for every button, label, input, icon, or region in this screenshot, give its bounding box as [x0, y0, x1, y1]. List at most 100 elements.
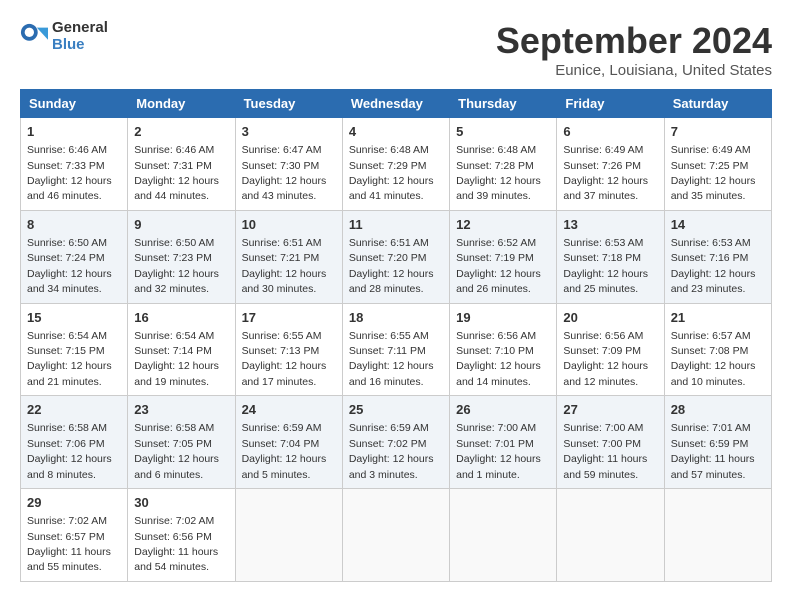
day-number: 16	[134, 309, 228, 327]
cell-content: Sunrise: 6:46 AMSunset: 7:33 PMDaylight:…	[27, 144, 112, 202]
page-header: General Blue September 2024 Eunice, Loui…	[20, 20, 772, 79]
table-row: 4 Sunrise: 6:48 AMSunset: 7:29 PMDayligh…	[342, 118, 449, 211]
table-row: 25 Sunrise: 6:59 AMSunset: 7:02 PMDaylig…	[342, 396, 449, 489]
col-saturday: Saturday	[664, 90, 771, 118]
table-row	[450, 489, 557, 582]
cell-content: Sunrise: 6:59 AMSunset: 7:04 PMDaylight:…	[242, 422, 327, 480]
table-row: 2 Sunrise: 6:46 AMSunset: 7:31 PMDayligh…	[128, 118, 235, 211]
col-thursday: Thursday	[450, 90, 557, 118]
cell-content: Sunrise: 6:54 AMSunset: 7:14 PMDaylight:…	[134, 330, 219, 388]
cell-content: Sunrise: 6:58 AMSunset: 7:05 PMDaylight:…	[134, 422, 219, 480]
calendar-week-row: 1 Sunrise: 6:46 AMSunset: 7:33 PMDayligh…	[21, 118, 772, 211]
table-row: 16 Sunrise: 6:54 AMSunset: 7:14 PMDaylig…	[128, 303, 235, 396]
cell-content: Sunrise: 6:51 AMSunset: 7:21 PMDaylight:…	[242, 237, 327, 295]
table-row: 24 Sunrise: 6:59 AMSunset: 7:04 PMDaylig…	[235, 396, 342, 489]
day-number: 7	[671, 123, 765, 141]
cell-content: Sunrise: 6:54 AMSunset: 7:15 PMDaylight:…	[27, 330, 112, 388]
cell-content: Sunrise: 6:51 AMSunset: 7:20 PMDaylight:…	[349, 237, 434, 295]
day-number: 12	[456, 216, 550, 234]
day-number: 29	[27, 494, 121, 512]
cell-content: Sunrise: 6:48 AMSunset: 7:29 PMDaylight:…	[349, 144, 434, 202]
table-row	[557, 489, 664, 582]
logo-line2: Blue	[52, 37, 108, 54]
day-number: 11	[349, 216, 443, 234]
day-number: 26	[456, 401, 550, 419]
day-number: 21	[671, 309, 765, 327]
table-row: 21 Sunrise: 6:57 AMSunset: 7:08 PMDaylig…	[664, 303, 771, 396]
day-number: 13	[563, 216, 657, 234]
day-number: 23	[134, 401, 228, 419]
col-friday: Friday	[557, 90, 664, 118]
month-title: September 2024	[496, 20, 772, 62]
day-number: 15	[27, 309, 121, 327]
day-number: 14	[671, 216, 765, 234]
table-row	[342, 489, 449, 582]
cell-content: Sunrise: 6:56 AMSunset: 7:10 PMDaylight:…	[456, 330, 541, 388]
calendar-week-row: 15 Sunrise: 6:54 AMSunset: 7:15 PMDaylig…	[21, 303, 772, 396]
day-number: 1	[27, 123, 121, 141]
table-row: 17 Sunrise: 6:55 AMSunset: 7:13 PMDaylig…	[235, 303, 342, 396]
table-row: 1 Sunrise: 6:46 AMSunset: 7:33 PMDayligh…	[21, 118, 128, 211]
day-number: 19	[456, 309, 550, 327]
header-row: Sunday Monday Tuesday Wednesday Thursday…	[21, 90, 772, 118]
cell-content: Sunrise: 7:00 AMSunset: 7:00 PMDaylight:…	[563, 422, 647, 480]
table-row: 26 Sunrise: 7:00 AMSunset: 7:01 PMDaylig…	[450, 396, 557, 489]
cell-content: Sunrise: 6:50 AMSunset: 7:24 PMDaylight:…	[27, 237, 112, 295]
calendar-week-row: 8 Sunrise: 6:50 AMSunset: 7:24 PMDayligh…	[21, 210, 772, 303]
day-number: 20	[563, 309, 657, 327]
table-row: 13 Sunrise: 6:53 AMSunset: 7:18 PMDaylig…	[557, 210, 664, 303]
table-row: 20 Sunrise: 6:56 AMSunset: 7:09 PMDaylig…	[557, 303, 664, 396]
cell-content: Sunrise: 6:48 AMSunset: 7:28 PMDaylight:…	[456, 144, 541, 202]
logo-line1: General	[52, 20, 108, 37]
cell-content: Sunrise: 6:57 AMSunset: 7:08 PMDaylight:…	[671, 330, 756, 388]
calendar-week-row: 29 Sunrise: 7:02 AMSunset: 6:57 PMDaylig…	[21, 489, 772, 582]
cell-content: Sunrise: 7:00 AMSunset: 7:01 PMDaylight:…	[456, 422, 541, 480]
col-tuesday: Tuesday	[235, 90, 342, 118]
logo-text: General Blue	[52, 20, 108, 53]
calendar-week-row: 22 Sunrise: 6:58 AMSunset: 7:06 PMDaylig…	[21, 396, 772, 489]
cell-content: Sunrise: 6:53 AMSunset: 7:18 PMDaylight:…	[563, 237, 648, 295]
day-number: 18	[349, 309, 443, 327]
table-row: 23 Sunrise: 6:58 AMSunset: 7:05 PMDaylig…	[128, 396, 235, 489]
cell-content: Sunrise: 6:53 AMSunset: 7:16 PMDaylight:…	[671, 237, 756, 295]
table-row: 28 Sunrise: 7:01 AMSunset: 6:59 PMDaylig…	[664, 396, 771, 489]
col-sunday: Sunday	[21, 90, 128, 118]
cell-content: Sunrise: 6:46 AMSunset: 7:31 PMDaylight:…	[134, 144, 219, 202]
day-number: 9	[134, 216, 228, 234]
day-number: 4	[349, 123, 443, 141]
table-row: 15 Sunrise: 6:54 AMSunset: 7:15 PMDaylig…	[21, 303, 128, 396]
day-number: 22	[27, 401, 121, 419]
day-number: 27	[563, 401, 657, 419]
day-number: 10	[242, 216, 336, 234]
cell-content: Sunrise: 6:58 AMSunset: 7:06 PMDaylight:…	[27, 422, 112, 480]
table-row: 6 Sunrise: 6:49 AMSunset: 7:26 PMDayligh…	[557, 118, 664, 211]
table-row: 22 Sunrise: 6:58 AMSunset: 7:06 PMDaylig…	[21, 396, 128, 489]
location: Eunice, Louisiana, United States	[496, 62, 772, 79]
cell-content: Sunrise: 6:59 AMSunset: 7:02 PMDaylight:…	[349, 422, 434, 480]
table-row: 8 Sunrise: 6:50 AMSunset: 7:24 PMDayligh…	[21, 210, 128, 303]
cell-content: Sunrise: 6:55 AMSunset: 7:11 PMDaylight:…	[349, 330, 434, 388]
table-row: 30 Sunrise: 7:02 AMSunset: 6:56 PMDaylig…	[128, 489, 235, 582]
table-row: 3 Sunrise: 6:47 AMSunset: 7:30 PMDayligh…	[235, 118, 342, 211]
cell-content: Sunrise: 6:52 AMSunset: 7:19 PMDaylight:…	[456, 237, 541, 295]
title-section: September 2024 Eunice, Louisiana, United…	[496, 20, 772, 79]
table-row: 9 Sunrise: 6:50 AMSunset: 7:23 PMDayligh…	[128, 210, 235, 303]
cell-content: Sunrise: 7:02 AMSunset: 6:57 PMDaylight:…	[27, 515, 111, 573]
table-row: 14 Sunrise: 6:53 AMSunset: 7:16 PMDaylig…	[664, 210, 771, 303]
cell-content: Sunrise: 6:49 AMSunset: 7:26 PMDaylight:…	[563, 144, 648, 202]
day-number: 5	[456, 123, 550, 141]
day-number: 25	[349, 401, 443, 419]
logo: General Blue	[20, 20, 108, 53]
table-row: 10 Sunrise: 6:51 AMSunset: 7:21 PMDaylig…	[235, 210, 342, 303]
cell-content: Sunrise: 7:02 AMSunset: 6:56 PMDaylight:…	[134, 515, 218, 573]
table-row: 27 Sunrise: 7:00 AMSunset: 7:00 PMDaylig…	[557, 396, 664, 489]
table-row: 18 Sunrise: 6:55 AMSunset: 7:11 PMDaylig…	[342, 303, 449, 396]
cell-content: Sunrise: 6:47 AMSunset: 7:30 PMDaylight:…	[242, 144, 327, 202]
day-number: 8	[27, 216, 121, 234]
cell-content: Sunrise: 6:50 AMSunset: 7:23 PMDaylight:…	[134, 237, 219, 295]
day-number: 24	[242, 401, 336, 419]
cell-content: Sunrise: 6:55 AMSunset: 7:13 PMDaylight:…	[242, 330, 327, 388]
cell-content: Sunrise: 6:56 AMSunset: 7:09 PMDaylight:…	[563, 330, 648, 388]
table-row	[235, 489, 342, 582]
table-row: 7 Sunrise: 6:49 AMSunset: 7:25 PMDayligh…	[664, 118, 771, 211]
